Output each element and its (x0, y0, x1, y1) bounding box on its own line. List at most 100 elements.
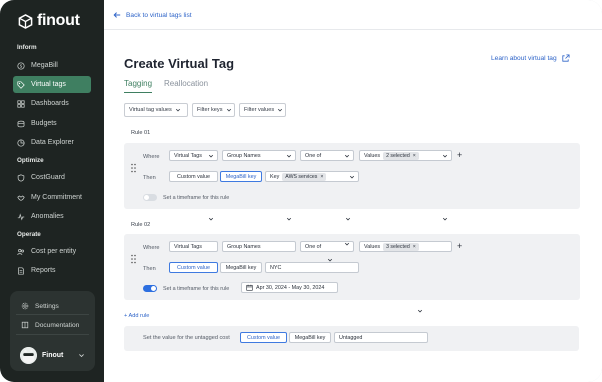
where-values-select[interactable]: Values 2 selected × (359, 150, 452, 161)
custom-value-input[interactable]: NYC (265, 262, 359, 273)
chevron-down-icon (175, 108, 180, 112)
then-label: Then (143, 266, 156, 272)
sidebar-item-reports[interactable]: Reports (13, 262, 91, 279)
documentation-link[interactable]: Documentation (21, 321, 79, 329)
tab-tagging[interactable]: Tagging (124, 79, 153, 93)
sidebar-item-label: MegaBill (31, 62, 58, 69)
select-value: Group Names (227, 152, 261, 159)
svg-text:$: $ (20, 63, 23, 69)
drag-handle-icon[interactable] (131, 254, 136, 264)
close-icon[interactable]: × (320, 174, 323, 180)
user-name: Finout (42, 352, 64, 359)
sidebar-item-cost-per-entity[interactable]: Cost per entity (13, 243, 91, 260)
topbar: Back to virtual tags list (104, 0, 602, 30)
tabs: Tagging Reallocation (124, 79, 208, 93)
pulse-icon (17, 212, 25, 221)
chip-label: 3 selected (386, 243, 410, 250)
chevron-down-icon (278, 108, 283, 112)
megabill-key-toggle[interactable]: MegaBill key (220, 262, 262, 273)
filter-label: Filter keys (197, 107, 223, 113)
timeframe-toggle[interactable] (143, 285, 157, 292)
chevron-down-icon (442, 217, 448, 221)
chevron-down-icon (349, 175, 355, 178)
sidebar-item-virtual-tags[interactable]: Virtual tags (13, 76, 91, 93)
logo-text: finout (37, 12, 80, 29)
back-link[interactable]: Back to virtual tags list (113, 11, 192, 19)
rule-label: Rule 02 (131, 222, 151, 228)
untagged-label: Set the value for the untagged cost (143, 335, 230, 341)
key-label: Key (270, 173, 280, 180)
dollar-circle-icon: $ (17, 61, 25, 70)
tag-icon (17, 80, 25, 89)
close-icon[interactable]: × (413, 153, 416, 159)
untagged-custom-value-toggle[interactable]: Custom value (240, 332, 287, 343)
where-values-select[interactable]: Values 3 selected × (359, 241, 452, 252)
add-rule-button[interactable]: + Add rule (124, 313, 149, 319)
custom-value-toggle[interactable]: Custom value (169, 171, 218, 182)
drag-handle-icon[interactable] (131, 163, 136, 173)
then-key-select[interactable]: Key AWS services × (265, 171, 359, 182)
values-chip[interactable]: 2 selected × (383, 151, 419, 160)
grid-icon (17, 99, 25, 108)
learn-link[interactable]: Learn about virtual tag (491, 54, 570, 63)
select-value: Virtual Tags (174, 243, 202, 250)
chevron-down-icon (226, 108, 231, 112)
where-source-select[interactable]: Virtual Tags (169, 241, 218, 252)
sidebar-item-budgets[interactable]: Budgets (13, 115, 91, 132)
page-title: Create Virtual Tag (124, 56, 235, 71)
sidebar-item-my-commitment[interactable]: My Commitment (13, 189, 91, 206)
database-icon (17, 138, 25, 147)
shield-icon (17, 173, 25, 182)
custom-value-toggle[interactable]: Custom value (169, 262, 218, 273)
where-label: Where (143, 245, 160, 251)
add-condition-icon[interactable]: + (457, 151, 462, 160)
sidebar-item-label: Cost per entity (31, 248, 77, 255)
divider (16, 334, 89, 335)
settings-link[interactable]: Settings (21, 302, 59, 310)
rule-card: Where Virtual Tags Group Names One of Va… (124, 143, 580, 209)
timeframe-toggle[interactable] (143, 194, 157, 201)
user-menu[interactable]: Finout (20, 347, 85, 364)
filter-keys[interactable]: Filter keys (192, 103, 235, 117)
megabill-key-toggle[interactable]: MegaBill key (220, 171, 262, 182)
filter-values[interactable]: Filter values (239, 103, 286, 117)
then-label: Then (143, 175, 156, 181)
add-condition-icon[interactable]: + (457, 242, 462, 251)
date-range-picker[interactable]: Apr 30, 2024 - May 30, 2024 (241, 282, 338, 293)
coins-icon (17, 120, 25, 128)
users-icon (17, 248, 25, 256)
sidebar-item-label: Dashboards (31, 100, 69, 107)
sidebar-item-data-explorer[interactable]: Data Explorer (13, 134, 91, 151)
section-label-optimize: Optimize (17, 157, 44, 164)
untagged-cost-card: Set the value for the untagged cost Cust… (124, 326, 579, 351)
learn-link-label: Learn about virtual tag (491, 55, 557, 62)
key-chip[interactable]: AWS services × (282, 172, 327, 181)
logo[interactable]: finout (18, 12, 80, 30)
untagged-value-input[interactable]: Untagged (334, 332, 428, 343)
filter-virtual-tag-values[interactable]: Virtual tag values (124, 103, 188, 117)
sidebar-item-label: Virtual tags (31, 81, 66, 88)
tab-reallocation[interactable]: Reallocation (164, 79, 208, 93)
untagged-megabill-key-toggle[interactable]: MegaBill key (289, 332, 331, 343)
where-operator-select[interactable]: One of (300, 241, 354, 252)
where-operator-select[interactable]: One of (300, 150, 354, 161)
sidebar-item-costguard[interactable]: CostGuard (13, 169, 91, 186)
section-label-inform: Inform (17, 44, 37, 51)
select-value: One of (305, 243, 322, 250)
select-value: Group Names (227, 243, 261, 250)
select-value: Virtual Tags (174, 152, 202, 159)
chip-label: AWS services (285, 173, 318, 180)
sidebar-item-megabill[interactable]: $ MegaBill (13, 57, 91, 74)
back-link-label: Back to virtual tags list (126, 11, 192, 19)
date-range-value: Apr 30, 2024 - May 30, 2024 (256, 284, 325, 291)
values-chip[interactable]: 3 selected × (383, 242, 419, 251)
chevron-down-icon (417, 309, 423, 313)
where-source-select[interactable]: Virtual Tags (169, 150, 218, 161)
close-icon[interactable]: × (413, 244, 416, 250)
where-key-select[interactable]: Group Names (222, 241, 296, 252)
where-key-select[interactable]: Group Names (222, 150, 296, 161)
input-value: Untagged (339, 334, 363, 341)
sidebar-item-dashboards[interactable]: Dashboards (13, 95, 91, 112)
sidebar-item-anomalies[interactable]: Anomalies (13, 208, 91, 225)
chevron-down-icon (345, 217, 351, 221)
